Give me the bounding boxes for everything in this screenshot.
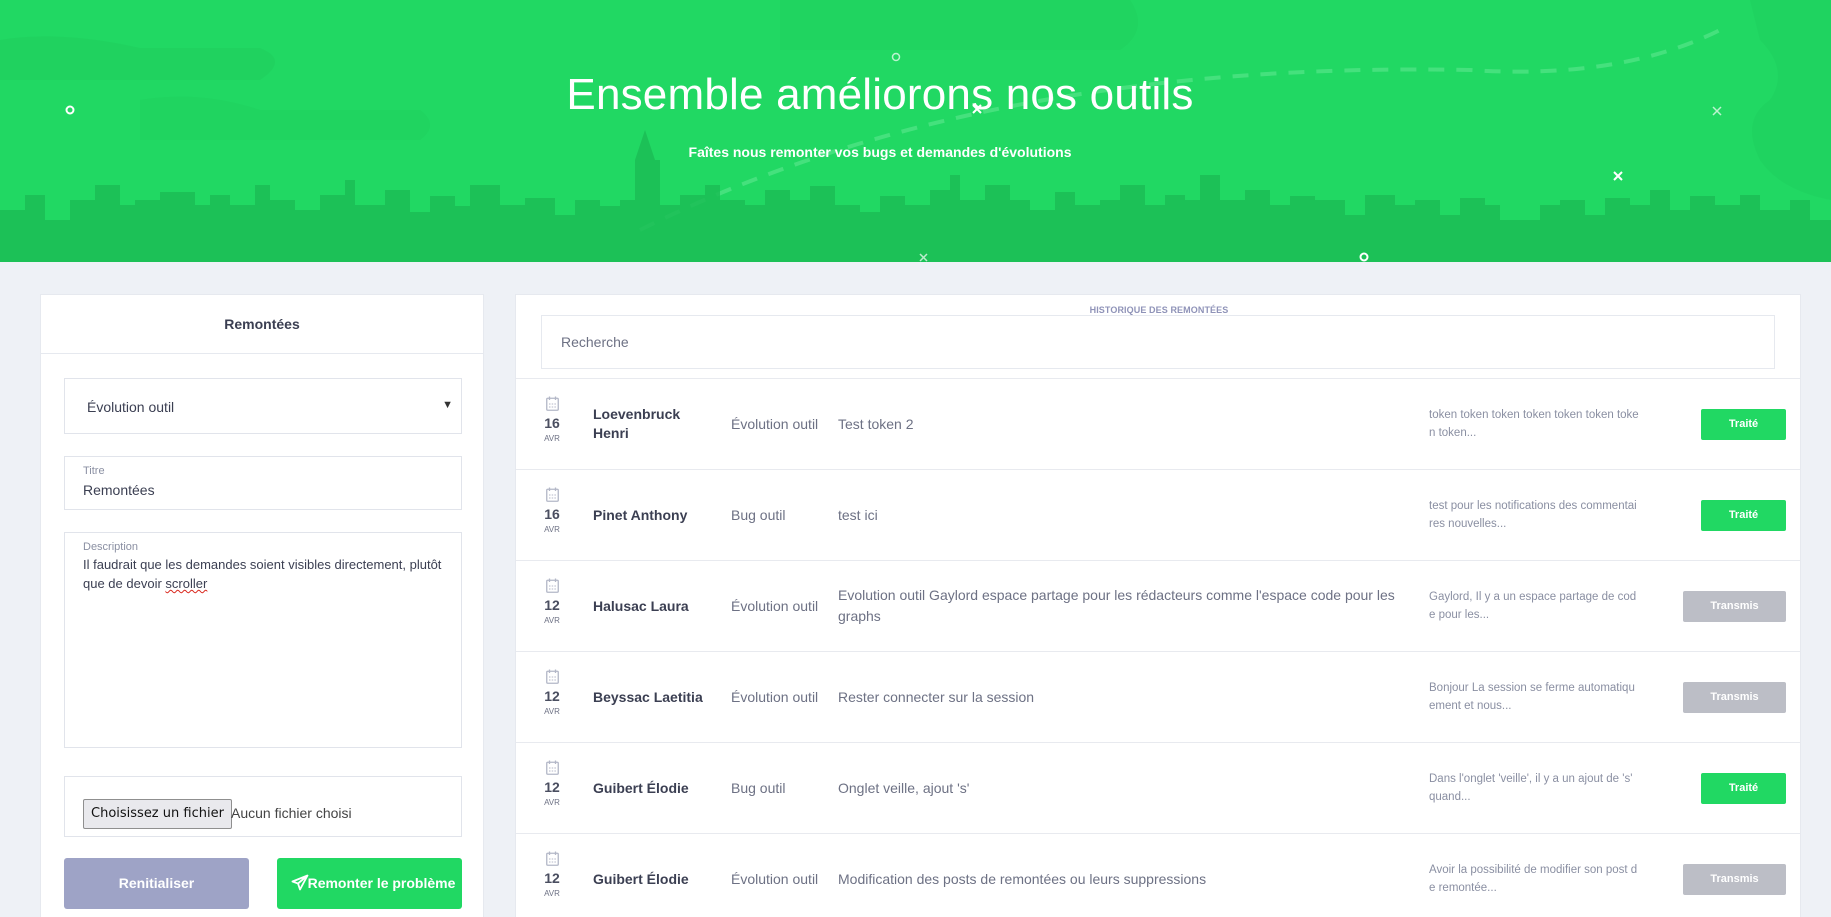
- row-day: 12: [544, 870, 560, 886]
- row-title: Test token 2: [838, 415, 914, 432]
- status-badge: Transmis: [1683, 591, 1786, 622]
- history-row[interactable]: 12 AVR Guibert Élodie Bug outil Onglet v…: [516, 742, 1800, 833]
- row-author: Guibert Élodie: [593, 870, 689, 887]
- row-day: 16: [544, 415, 560, 431]
- description-text: Il faudrait que les demandes soient visi…: [83, 557, 442, 591]
- row-category: Évolution outil: [731, 688, 819, 705]
- calendar-icon: [546, 396, 559, 411]
- history-section-label: HISTORIQUE DES REMONTÉES: [1089, 305, 1229, 315]
- row-category: Évolution outil: [731, 415, 819, 432]
- row-month: AVR: [544, 434, 560, 443]
- hero-title: Ensemble améliorons nos outils: [566, 70, 1194, 119]
- row-excerpt: test pour les notifications des commenta…: [1429, 500, 1637, 530]
- row-excerpt: Avoir la possibilité de modifier son pos…: [1429, 864, 1638, 894]
- status-badge: Traité: [1701, 773, 1786, 804]
- hero-subtitle: Faîtes nous remonter vos bugs et demande…: [688, 144, 1072, 160]
- row-day: 12: [544, 688, 560, 704]
- row-month: AVR: [544, 889, 560, 898]
- row-author: Guibert Élodie: [593, 779, 689, 796]
- category-select-value: Évolution outil: [87, 399, 175, 415]
- row-author: Loevenbruck Henri: [593, 406, 681, 441]
- history-row[interactable]: 16 AVR Pinet Anthony Bug outil test ici …: [516, 469, 1800, 560]
- row-month: AVR: [544, 707, 560, 716]
- title-field-label: Titre: [83, 465, 105, 477]
- row-excerpt: Dans l'onglet 'veille', il y a un ajout …: [1429, 773, 1633, 803]
- row-author: Pinet Anthony: [593, 506, 688, 523]
- calendar-icon: [546, 760, 559, 775]
- status-badge: Traité: [1701, 500, 1786, 531]
- history-panel: HISTORIQUE DES REMONTÉES Recherche 16 AV…: [515, 294, 1801, 917]
- category-select[interactable]: Évolution outil ▼: [64, 378, 462, 434]
- row-author: Halusac Laura: [593, 597, 689, 614]
- status-badge: Transmis: [1683, 864, 1786, 895]
- row-day: 12: [544, 597, 560, 613]
- row-category: Évolution outil: [731, 597, 819, 614]
- row-day: 12: [544, 779, 560, 795]
- calendar-icon: [546, 669, 559, 684]
- row-month: AVR: [544, 798, 560, 807]
- row-title: Modification des posts de remontées ou l…: [838, 870, 1207, 887]
- history-row[interactable]: 12 AVR Halusac Laura Évolution outil Evo…: [516, 560, 1800, 651]
- calendar-icon: [546, 578, 559, 593]
- row-month: AVR: [544, 616, 560, 625]
- row-excerpt: Bonjour La session se ferme automatiquem…: [1429, 682, 1635, 712]
- submit-report-button[interactable]: Remonter le problème: [277, 858, 462, 909]
- report-form-panel: Remontées Évolution outil ▼ Titre Remont…: [40, 294, 484, 917]
- row-category: Évolution outil: [731, 870, 819, 887]
- file-status-text: Aucun fichier choisi: [231, 805, 352, 821]
- misspelled-word: scroller: [165, 576, 208, 591]
- row-title: Onglet veille, ajout 's': [838, 779, 970, 796]
- history-row[interactable]: 12 AVR Guibert Élodie Évolution outil Mo…: [516, 833, 1800, 917]
- paper-plane-icon: [291, 874, 309, 891]
- status-badge: Transmis: [1683, 682, 1786, 713]
- row-month: AVR: [544, 525, 560, 534]
- history-list: 16 AVR Loevenbruck Henri Évolution outil…: [516, 378, 1800, 917]
- row-excerpt: Gaylord, Il y a un espace partage de cod…: [1429, 591, 1637, 621]
- chevron-down-icon: ▼: [442, 399, 453, 411]
- reset-button[interactable]: Renitialiser: [64, 858, 249, 909]
- history-row[interactable]: 12 AVR Beyssac Laetitia Évolution outil …: [516, 651, 1800, 742]
- search-input[interactable]: Recherche: [541, 315, 1775, 369]
- description-textarea[interactable]: Description Il faudrait que les demandes…: [64, 532, 462, 748]
- row-title: Rester connecter sur la session: [838, 688, 1035, 705]
- row-title: test ici: [838, 506, 878, 523]
- row-day: 16: [544, 506, 560, 522]
- description-label: Description: [83, 541, 139, 553]
- row-category: Bug outil: [731, 506, 786, 523]
- row-author: Beyssac Laetitia: [593, 688, 703, 705]
- calendar-icon: [546, 851, 559, 866]
- status-badge: Traité: [1701, 409, 1786, 440]
- row-category: Bug outil: [731, 779, 786, 796]
- choose-file-button[interactable]: Choisissez un fichier: [83, 799, 232, 829]
- file-upload-field: Choisissez un fichier Aucun fichier choi…: [64, 776, 462, 837]
- title-field[interactable]: Titre Remontées: [64, 456, 462, 510]
- row-excerpt: token token token token token token toke…: [1429, 409, 1639, 439]
- history-row[interactable]: 16 AVR Loevenbruck Henri Évolution outil…: [516, 378, 1800, 469]
- row-title: Evolution outil Gaylord espace partage p…: [838, 587, 1395, 624]
- calendar-icon: [546, 487, 559, 502]
- hero-banner: Ensemble améliorons nos outils Faîtes no…: [0, 0, 1831, 262]
- search-placeholder: Recherche: [561, 334, 629, 350]
- title-field-value: Remontées: [83, 482, 155, 498]
- city-skyline-illustration: [0, 0, 1831, 262]
- form-panel-title: Remontées: [41, 295, 483, 354]
